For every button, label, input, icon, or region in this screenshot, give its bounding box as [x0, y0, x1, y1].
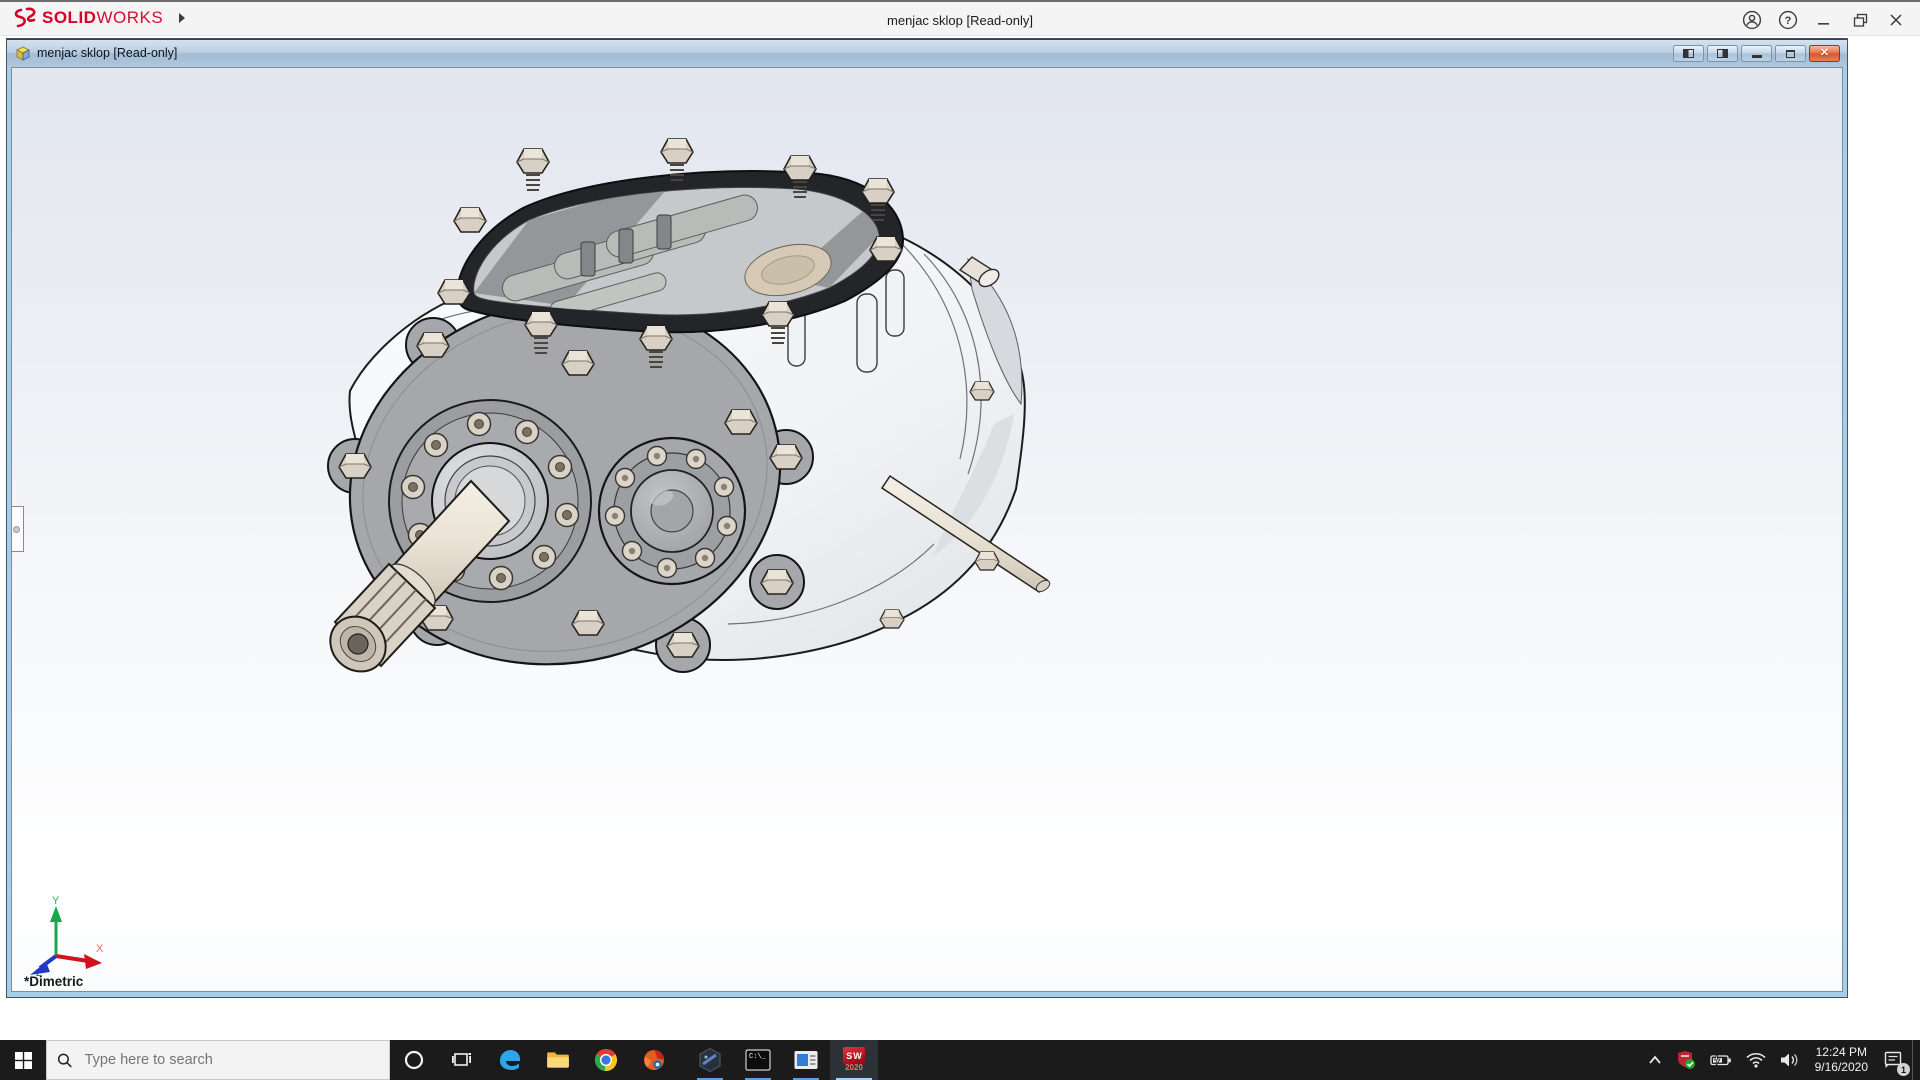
file-explorer-icon: [547, 1052, 569, 1068]
restore-icon: [1786, 49, 1795, 58]
search-input[interactable]: [82, 1051, 379, 1069]
svg-text:C:\_: C:\_: [749, 1053, 767, 1061]
wifi-tray-icon[interactable]: [1739, 1040, 1773, 1080]
hex-cad-app-button[interactable]: [686, 1040, 734, 1080]
task-view-button[interactable]: [438, 1040, 486, 1080]
media-app-button[interactable]: [782, 1040, 830, 1080]
chevron-up-icon: [1648, 1055, 1661, 1064]
assembly-icon: [16, 46, 30, 61]
view-orientation-label: *Dimetric: [24, 974, 84, 989]
windows-logo-icon: [14, 1051, 32, 1069]
expand-pane-handle-icon: [13, 526, 20, 533]
edge-icon: [500, 1050, 520, 1070]
featuremanager-collapsed-tab[interactable]: [12, 506, 24, 552]
doc-restore-button[interactable]: [1775, 45, 1806, 62]
minimize-button[interactable]: [1806, 3, 1842, 37]
output-bearing-cover: [597, 436, 747, 586]
clock-time: 12:24 PM: [1815, 1045, 1867, 1059]
battery-tray-icon[interactable]: [1703, 1040, 1739, 1080]
file-explorer-button[interactable]: [534, 1040, 582, 1080]
graphics-viewport[interactable]: Y X Z *Dimetric: [11, 67, 1843, 992]
help-icon[interactable]: ?: [1770, 3, 1806, 37]
orientation-triad: Y X Z: [30, 895, 104, 978]
hex-cad-app-icon: [699, 1047, 721, 1073]
speaker-icon: [1780, 1053, 1798, 1067]
task-view-icon: [452, 1053, 471, 1066]
windows-taskbar: C:\_ SW 2020: [0, 1040, 1920, 1080]
triad-x-label: X: [96, 943, 104, 955]
gearbox-model[interactable]: [326, 74, 1071, 714]
document-title: menjac sklop [Read-only]: [37, 46, 178, 60]
screen-capture-app-icon: [644, 1050, 664, 1070]
wifi-icon: [1746, 1052, 1766, 1068]
system-tray: 12:24 PM 9/16/2020 1: [1641, 1040, 1920, 1080]
doc-minimize-button[interactable]: [1741, 45, 1772, 62]
volume-tray-icon[interactable]: [1773, 1040, 1807, 1080]
desktop-screen: SOLIDWORKS menjac sklop [Read-only] ? me…: [0, 0, 1920, 1080]
tile-left-button[interactable]: [1673, 45, 1704, 62]
edge-button[interactable]: [486, 1040, 534, 1080]
battery-charging-icon: [1709, 1053, 1731, 1067]
sw-shield-check-icon: [1677, 1051, 1695, 1069]
app-titlebar: SOLIDWORKS menjac sklop [Read-only] ?: [0, 0, 1920, 36]
chrome-icon: [595, 1049, 617, 1071]
user-account-icon[interactable]: [1734, 3, 1770, 37]
taskbar-clock[interactable]: 12:24 PM 9/16/2020: [1807, 1045, 1876, 1075]
action-center-button[interactable]: 1: [1876, 1040, 1912, 1080]
pane-left-icon: [1683, 49, 1694, 58]
solidworks-2020-icon: SW 2020: [841, 1047, 867, 1073]
clock-date: 9/16/2020: [1814, 1060, 1868, 1074]
tile-right-button[interactable]: [1707, 45, 1738, 62]
document-titlebar[interactable]: menjac sklop [Read-only] ✕: [7, 39, 1847, 66]
solidworks-taskbar-button[interactable]: SW 2020: [830, 1040, 878, 1080]
search-icon: [57, 1053, 72, 1067]
notification-badge: 1: [1897, 1063, 1910, 1076]
svg-text:?: ?: [1785, 15, 1792, 27]
close-button[interactable]: [1878, 3, 1914, 37]
doc-close-button[interactable]: ✕: [1809, 45, 1840, 62]
cortana-button[interactable]: [390, 1040, 438, 1080]
pane-right-icon: [1717, 49, 1728, 58]
triad-y-label: Y: [52, 895, 60, 907]
solidworks-monitor-tray-icon[interactable]: [1669, 1040, 1703, 1080]
tray-chevron-button[interactable]: [1641, 1040, 1669, 1080]
minimize-icon: [1751, 55, 1762, 58]
taskbar-search[interactable]: [46, 1040, 390, 1080]
restore-button[interactable]: [1842, 3, 1878, 37]
app-window-title: menjac sklop [Read-only]: [887, 12, 1033, 28]
show-desktop-button[interactable]: [1912, 1040, 1920, 1080]
menu-expand-arrow-icon[interactable]: [179, 13, 186, 23]
document-window: menjac sklop [Read-only] ✕ Y X Z *Dimetr…: [6, 38, 1848, 998]
media-app-icon: [794, 1051, 818, 1069]
close-icon: ✕: [1819, 47, 1830, 59]
chrome-button[interactable]: [582, 1040, 630, 1080]
dassault-3ds-icon: [14, 7, 36, 28]
cortana-icon: [404, 1050, 424, 1070]
brand-wordmark: SOLIDWORKS: [42, 8, 164, 27]
solidworks-logo[interactable]: SOLIDWORKS: [12, 7, 186, 29]
command-prompt-button[interactable]: C:\_: [734, 1040, 782, 1080]
screen-capture-app-button[interactable]: [630, 1040, 678, 1080]
start-button[interactable]: [0, 1040, 46, 1080]
command-prompt-icon: C:\_: [745, 1049, 771, 1071]
